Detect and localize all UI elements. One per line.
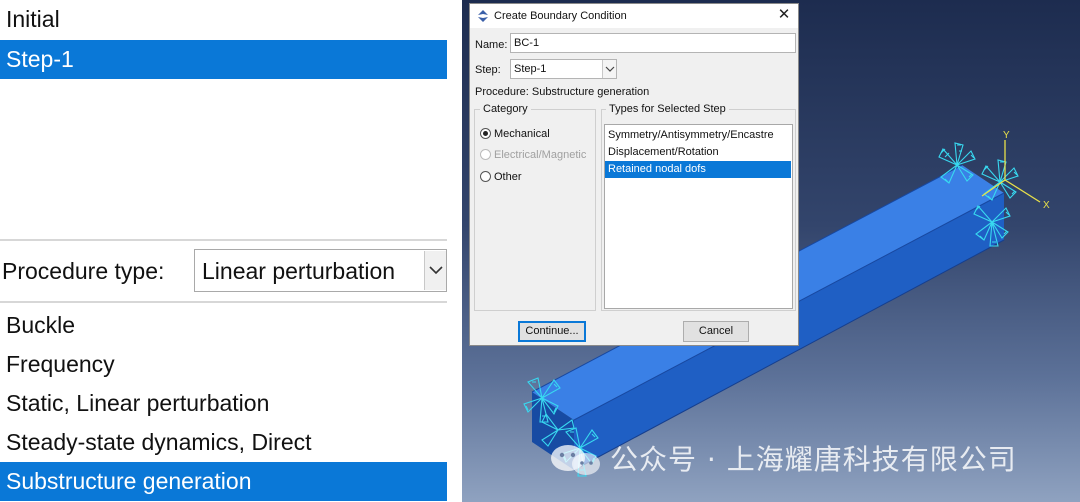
chevron-down-icon[interactable]: [602, 60, 616, 78]
cancel-button[interactable]: Cancel: [683, 321, 749, 342]
category-label: Electrical/Magnetic: [494, 149, 587, 161]
category-mechanical-radio[interactable]: Mechanical: [480, 128, 550, 141]
continue-button[interactable]: Continue...: [518, 321, 586, 342]
category-title: Category: [480, 102, 531, 116]
wechat-icon: [548, 444, 604, 481]
type-item-symmetry[interactable]: Symmetry/Antisymmetry/Encastre: [605, 127, 791, 144]
dialog-title-bar[interactable]: Create Boundary Condition ✕: [470, 4, 798, 28]
divider: [0, 239, 447, 241]
radio-checked-icon: [480, 128, 491, 139]
close-icon[interactable]: ✕: [776, 7, 792, 23]
procedure-item-buckle[interactable]: Buckle: [0, 306, 447, 345]
dialog-title: Create Boundary Condition: [494, 10, 627, 22]
types-title: Types for Selected Step: [606, 102, 729, 116]
category-label: Other: [494, 171, 522, 183]
step-list-item-step-1[interactable]: Step-1: [0, 40, 447, 79]
procedure-item-static-linear-perturbation[interactable]: Static, Linear perturbation: [0, 384, 447, 423]
type-item-retained-nodal-dofs[interactable]: Retained nodal dofs: [605, 161, 791, 178]
procedure-type-label: Procedure type:: [2, 258, 165, 284]
category-electrical-magnetic-radio: Electrical/Magnetic: [480, 149, 586, 162]
axis-label-x: X: [1043, 200, 1050, 211]
name-input[interactable]: BC-1: [510, 33, 796, 53]
procedure-item-steady-state-dynamics-direct[interactable]: Steady-state dynamics, Direct: [0, 423, 447, 462]
procedure-item-substructure-generation[interactable]: Substructure generation: [0, 462, 447, 501]
watermark-text: 公众号 · 上海耀唐科技有限公司: [610, 443, 1017, 476]
divider: [0, 301, 447, 303]
step-list-item-initial[interactable]: Initial: [0, 0, 447, 39]
zoomed-step-and-procedure-panel: Initial Step-1 Procedure type: Linear pe…: [0, 0, 447, 502]
procedure-type-value: Linear perturbation: [202, 258, 396, 284]
create-boundary-condition-dialog: Create Boundary Condition ✕ Name: BC-1 S…: [469, 3, 799, 346]
axis-label-y: Y: [1003, 130, 1010, 141]
step-select-value: Step-1: [514, 63, 547, 75]
procedure-text: Procedure: Substructure generation: [475, 86, 650, 98]
category-label: Mechanical: [494, 128, 550, 140]
chevron-down-icon[interactable]: [424, 251, 446, 290]
procedure-item-frequency[interactable]: Frequency: [0, 345, 447, 384]
types-list[interactable]: Symmetry/Antisymmetry/Encastre Displacem…: [604, 124, 793, 309]
type-item-displacement-rotation[interactable]: Displacement/Rotation: [605, 144, 791, 161]
name-label: Name:: [475, 39, 508, 51]
radio-icon: [480, 171, 491, 182]
procedure-type-select[interactable]: Linear perturbation: [194, 249, 447, 292]
boundary-condition-icon: [477, 10, 489, 25]
step-select[interactable]: Step-1: [510, 59, 617, 79]
radio-icon: [480, 149, 491, 160]
category-other-radio[interactable]: Other: [480, 171, 522, 184]
step-label: Step:: [475, 64, 501, 76]
